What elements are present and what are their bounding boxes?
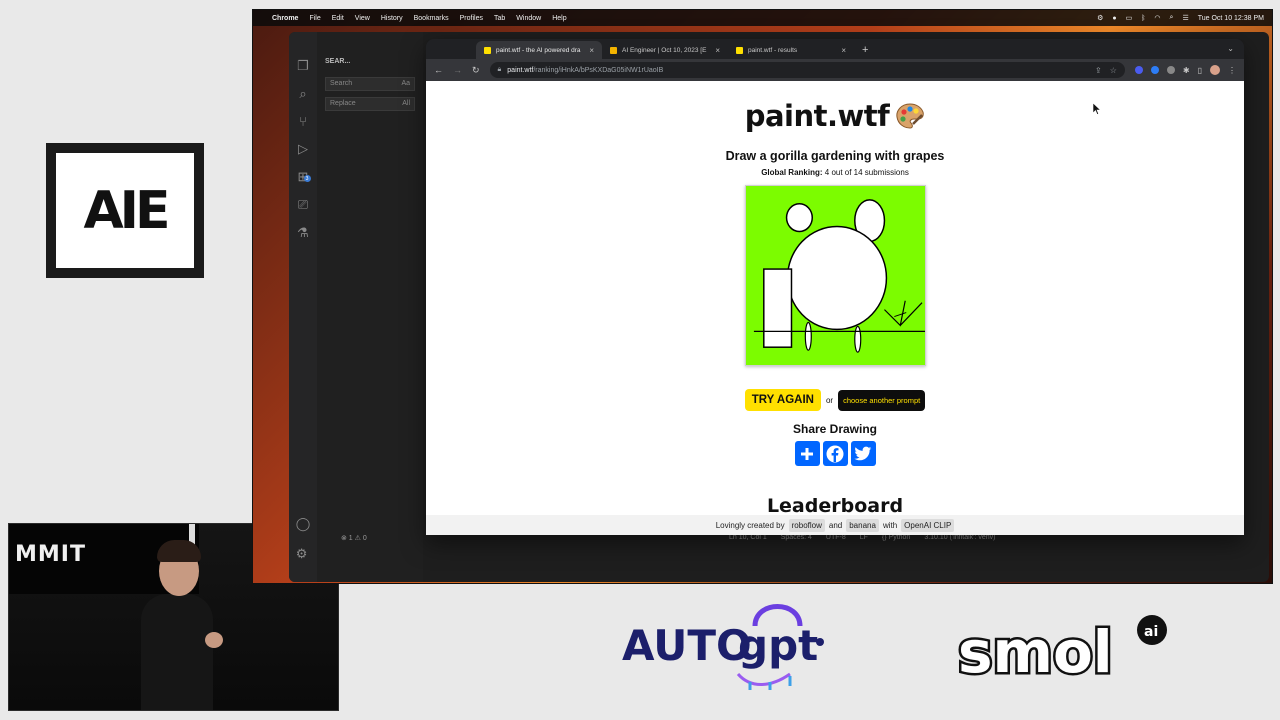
mac-desktop: Chrome File Edit View History Bookmarks … [252, 9, 1273, 584]
mouse-cursor-icon [1093, 103, 1101, 115]
site-title[interactable]: paint.wtf [745, 99, 890, 133]
remote-explorer-icon[interactable]: ⎚ [298, 197, 308, 213]
close-tab-icon[interactable]: × [715, 46, 720, 55]
share-icon[interactable] [794, 441, 820, 466]
choose-another-prompt-button[interactable]: choose another prompt [838, 389, 926, 411]
bluetooth-icon[interactable]: ᛒ [1141, 15, 1145, 22]
forward-icon[interactable]: → [453, 65, 462, 75]
menu-tab[interactable]: Tab [494, 15, 505, 22]
spotlight-icon[interactable]: ⌕ [1170, 14, 1174, 22]
share-page-icon[interactable]: ⇪ [1095, 66, 1102, 75]
aie-logo-text: AIE [83, 180, 170, 241]
or-separator: or [825, 395, 834, 405]
speaker-body [141, 594, 213, 710]
extensions-badge: 3 [303, 175, 311, 182]
back-icon[interactable]: ← [434, 65, 443, 75]
menu-view[interactable]: View [355, 15, 370, 22]
settings-icon[interactable]: ⚙ [1097, 14, 1103, 22]
menubar-clock[interactable]: Tue Oct 10 12:38 PM [1198, 15, 1264, 22]
svg-text:ai: ai [1144, 624, 1158, 640]
openai-clip-link[interactable]: OpenAI CLIP [901, 518, 955, 532]
chrome-window: paint.wtf - the AI powered dra × AI Engi… [426, 39, 1244, 535]
chrome-menu-icon[interactable]: ⋮ [1228, 66, 1236, 75]
extension-icon[interactable] [1150, 66, 1159, 74]
extension-icon[interactable] [1134, 66, 1143, 74]
control-center-icon[interactable]: ☰ [1182, 14, 1188, 22]
aie-logo: AIE [46, 143, 204, 278]
tab-strip: paint.wtf - the AI powered dra × AI Engi… [426, 39, 1244, 59]
source-control-icon[interactable]: ⑂ [299, 114, 307, 129]
paint-favicon-icon [484, 46, 491, 54]
menu-window[interactable]: Window [516, 15, 541, 22]
profile-avatar[interactable] [1210, 65, 1220, 75]
tab-search-chevron-icon[interactable]: ⌄ [1227, 44, 1234, 53]
slides-favicon-icon [610, 46, 617, 54]
explorer-icon[interactable]: ❐ [297, 58, 309, 74]
extension-icon[interactable] [1166, 66, 1175, 74]
paint-wtf-page: paint.wtf Draw a gorilla gardening with … [426, 81, 1244, 535]
result-actions: TRY AGAIN or choose another prompt [426, 389, 1244, 411]
try-again-button[interactable]: TRY AGAIN [744, 389, 821, 411]
wifi-icon[interactable]: ◠ [1154, 14, 1160, 22]
svg-text:smol: smol [958, 618, 1113, 684]
palette-icon [896, 103, 925, 129]
menu-history[interactable]: History [381, 15, 403, 22]
vscode-search-panel: SEAR... Search Aa Replace All [317, 32, 423, 582]
leaderboard-heading: Leaderboard [766, 495, 904, 517]
manage-gear-icon[interactable]: ⚙ [296, 546, 311, 562]
roboflow-link[interactable]: roboflow [788, 518, 825, 532]
mac-menubar: Chrome File Edit View History Bookmarks … [253, 10, 1272, 26]
testing-icon[interactable]: ⚗ [297, 225, 309, 241]
mic-icon[interactable]: ● [1112, 15, 1116, 22]
menu-edit[interactable]: Edit [332, 15, 344, 22]
twitter-icon[interactable] [850, 441, 876, 466]
smol-ai-sponsor-logo: smol ai [958, 615, 1167, 684]
menu-help[interactable]: Help [552, 15, 566, 22]
svg-text:gpt: gpt [738, 621, 818, 670]
extensions-puzzle-icon[interactable]: ✱ [1183, 66, 1190, 75]
facebook-icon[interactable] [822, 441, 848, 466]
vscode-activity-bar: ❐ ⌕ ⑂ ▷ ⊞ 3 ⎚ ⚗ ◯ ⚙ [289, 32, 317, 582]
chrome-toolbar: ← → ↻ 🔒︎ paint.wtf/ranking/iHnkA/bPsKXDa… [426, 59, 1244, 81]
page-footer: Lovingly created by roboflow and banana … [426, 515, 1244, 535]
menubar-app-name[interactable]: Chrome [272, 15, 298, 22]
menu-file[interactable]: File [309, 15, 320, 22]
battery-icon[interactable]: ▭ [1126, 14, 1133, 22]
paint-favicon-icon [736, 46, 743, 54]
share-buttons [426, 441, 1244, 466]
user-drawing [744, 185, 926, 366]
autogpt-sponsor-logo: AUTO gpt [622, 604, 824, 690]
tab-ai-engineer[interactable]: AI Engineer | Oct 10, 2023 [E × [602, 41, 728, 59]
search-icon[interactable]: ⌕ [299, 86, 306, 102]
replace-input[interactable]: Replace All [325, 97, 415, 111]
close-tab-icon[interactable]: × [841, 46, 846, 55]
search-input[interactable]: Search Aa [325, 77, 415, 91]
side-panel-icon[interactable]: ▯ [1198, 66, 1202, 75]
backdrop-text: MMIT [15, 542, 86, 567]
tab-paint-results[interactable]: paint.wtf - results × [728, 41, 854, 59]
address-bar[interactable]: 🔒︎ paint.wtf/ranking/iHnkA/bPsKXDaG05iNW… [489, 62, 1125, 78]
search-panel-title: SEAR... [325, 58, 351, 65]
tab-paint-wtf[interactable]: paint.wtf - the AI powered dra × [476, 41, 602, 59]
menu-profiles[interactable]: Profiles [460, 15, 483, 22]
banana-link[interactable]: banana [846, 518, 879, 532]
global-ranking: Global Ranking: 4 out of 14 submissions [761, 168, 909, 177]
svg-text:AUTO: AUTO [622, 621, 752, 670]
run-debug-icon[interactable]: ▷ [298, 141, 308, 157]
lock-icon: 🔒︎ [497, 66, 502, 73]
close-tab-icon[interactable]: × [589, 46, 594, 55]
menu-bookmarks[interactable]: Bookmarks [414, 15, 449, 22]
drawing-prompt: Draw a gorilla gardening with grapes [725, 149, 945, 163]
new-tab-icon[interactable]: + [854, 44, 876, 59]
share-drawing-heading: Share Drawing [792, 422, 878, 436]
site-header: paint.wtf [426, 99, 1244, 133]
bookmark-star-icon[interactable]: ☆ [1110, 66, 1117, 75]
extensions-icon[interactable]: ⊞ 3 [298, 169, 311, 185]
reload-icon[interactable]: ↻ [472, 65, 480, 76]
